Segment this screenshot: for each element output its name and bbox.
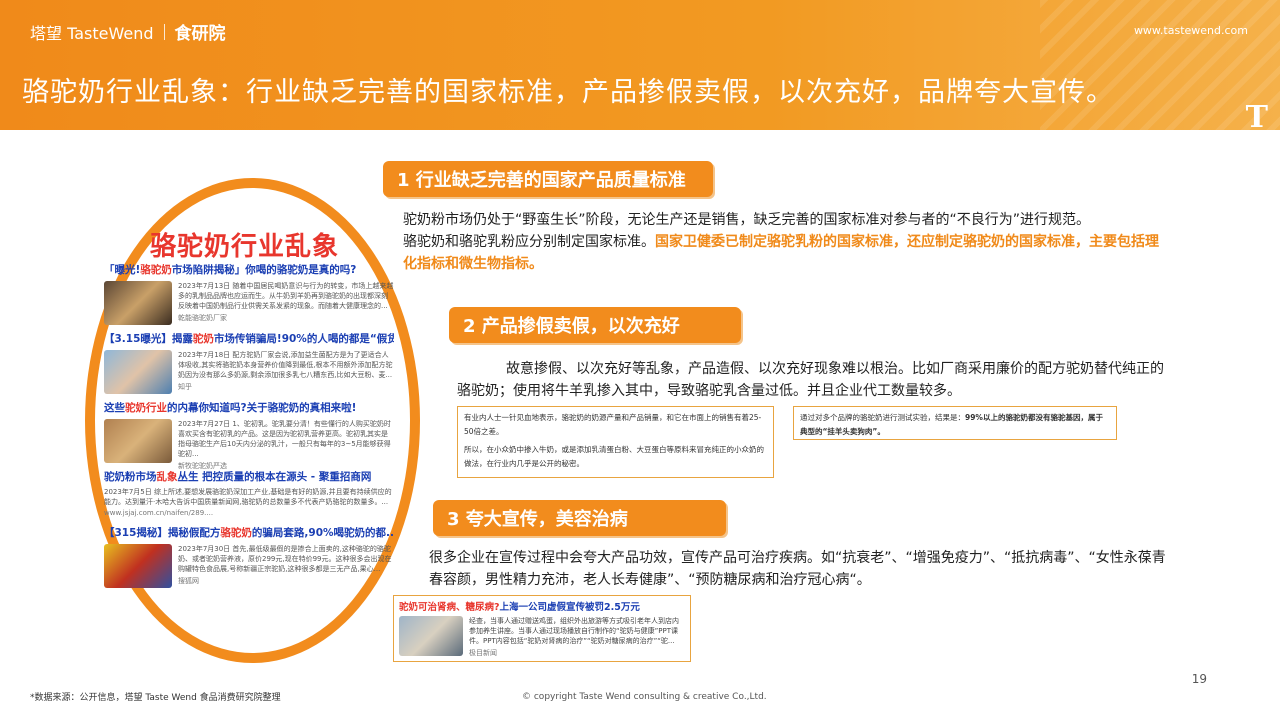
news-snippet: 2023年7月30日 首先,最低级最假的是掺合上面卖的,这种骆驼的骆驼奶、或者驼…: [178, 545, 392, 573]
brand-logo: 塔望 TasteWend 食研院: [30, 19, 226, 44]
news-headline: 「曝光!骆驼奶市场陷阱揭秘」你喝的骆驼奶是真的吗?: [104, 264, 357, 276]
news-item[interactable]: 【3.15曝光】揭露驼奶市场传销骗局!90%的人喝的都是“假货... 2023年…: [104, 331, 394, 394]
news-headline: 【315揭秘】揭秘假配方骆驼奶的骗局套路,90%喝驼奶的都...: [104, 527, 394, 539]
news-thumbnail: [104, 419, 172, 463]
brand-sub: 食研院: [174, 24, 226, 44]
section-1-line2: 骆驼奶和骆驼乳粉应分别制定国家标准。国家卫健委已制定骆驼乳粉的国家标准，还应制定…: [403, 234, 1159, 272]
header-banner: 塔望 TasteWend 食研院 www.tastewend.com 骆驼奶行业…: [0, 0, 1280, 130]
section-3-badge: 3 夸大宣传，美容治病: [433, 500, 726, 536]
section-3-text: 很多企业在宣传过程中会夸大产品功效，宣传产品可治疗疾病。如“抗衰老”、“增强免疫…: [429, 550, 1166, 588]
page-title: 骆驼奶行业乱象：行业缺乏完善的国家标准，产品掺假卖假，以次充好，品牌夸大宣传。: [22, 77, 1114, 108]
news-snippet: 2023年7月5日 综上所述,要想发展骆驼奶深加工产业,基础是有好的奶源,并且要…: [104, 488, 392, 506]
news-snippet: 经查，当事人通过赠送鸡蛋，组织外出旅游等方式吸引老年人到店内参加养生讲座。当事人…: [469, 617, 679, 645]
section-1-text: 驼奶粉市场仍处于“野蛮生长”阶段，无论生产还是销售，缺乏完善的国家标准对参与者的…: [403, 209, 1163, 275]
news-thumbnail: [104, 544, 172, 588]
news-card[interactable]: 驼奶可治肾病、糖尿病?上海一公司虚假宣传被罚2.5万元 经查，当事人通过赠送鸡蛋…: [393, 595, 691, 662]
quote-box: 有业内人士一针见血地表示，骆驼奶的奶源产量和产品销量，和它在市面上的销售有着25…: [457, 406, 774, 478]
section-1-badge: 1 行业缺乏完善的国家产品质量标准: [383, 161, 713, 197]
panel-title: 骆驼奶行业乱象: [150, 232, 340, 262]
section-2-text: 故意掺假、以次充好等乱象，产品造假、以次充好现象难以根治。比如厂商采用廉价的配方…: [457, 361, 1164, 399]
news-thumbnail: [104, 281, 172, 325]
copyright: © copyright Taste Wend consulting & crea…: [522, 692, 767, 702]
news-snippet: 2023年7月18日 配方驼奶厂家会说,添加益生菌配方是为了更适合人体吸收,其实…: [178, 351, 393, 379]
page-number: 19: [1191, 672, 1207, 686]
section-2-badge: 2 产品掺假卖假，以次充好: [449, 307, 741, 343]
news-item[interactable]: 【315揭秘】揭秘假配方骆驼奶的骗局套路,90%喝驼奶的都... 2023年7月…: [104, 525, 394, 588]
news-headline: 【3.15曝光】揭露驼奶市场传销骗局!90%的人喝的都是“假货...: [104, 333, 394, 345]
news-source: 知乎: [178, 383, 192, 391]
news-snippet: 2023年7月27日 1、驼初乳。驼乳要分清！有些懂行的人购买驼奶时喜欢买含有驼…: [178, 420, 391, 458]
news-headline: 这些驼奶行业的内幕你知道吗?关于骆驼奶的真相来啦!: [104, 402, 357, 414]
section-1-line1: 驼奶粉市场仍处于“野蛮生长”阶段，无论生产还是销售，缺乏完善的国家标准对参与者的…: [403, 212, 1091, 228]
t-logo-icon: T: [1245, 100, 1268, 130]
website-link[interactable]: www.tastewend.com: [1134, 24, 1248, 37]
news-item[interactable]: 这些驼奶行业的内幕你知道吗?关于骆驼奶的真相来啦! 2023年7月27日 1、驼…: [104, 400, 394, 471]
quote-box: 通过对多个品牌的骆驼奶进行测试实验，结果是：99%以上的骆驼奶都没有骆驼基因，属…: [793, 406, 1117, 440]
brand-name: 塔望 TasteWend: [30, 23, 154, 43]
news-source: 极目新闻: [469, 649, 497, 657]
data-source-note: *数据来源：公开信息，塔望 Taste Wend 食品消费研究院整理: [30, 693, 281, 703]
news-thumbnail: [399, 616, 463, 656]
news-headline: 驼奶粉市场乱象丛生 把控质量的根本在源头 - 聚重招商网: [104, 471, 372, 483]
news-snippet: 2023年7月13日 随着中国居民喝奶意识与行为的转变，市场上越来越多的乳制品品…: [178, 282, 394, 310]
news-source: 乾能骆驼奶厂家: [178, 314, 227, 322]
news-headline: 驼奶可治肾病、糖尿病?上海一公司虚假宣传被罚2.5万元: [399, 602, 640, 613]
news-item[interactable]: 「曝光!骆驼奶市场陷阱揭秘」你喝的骆驼奶是真的吗? 2023年7月13日 随着中…: [104, 262, 394, 325]
header-decoration: [1040, 0, 1280, 130]
news-source: 搜狐网: [178, 577, 199, 585]
news-source: www.jsjaj.com.cn/naifen/289....: [104, 509, 214, 517]
news-thumbnail: [104, 350, 172, 394]
brand-divider: [163, 23, 165, 40]
news-item[interactable]: 驼奶粉市场乱象丛生 把控质量的根本在源头 - 聚重招商网 2023年7月5日 综…: [104, 469, 394, 517]
